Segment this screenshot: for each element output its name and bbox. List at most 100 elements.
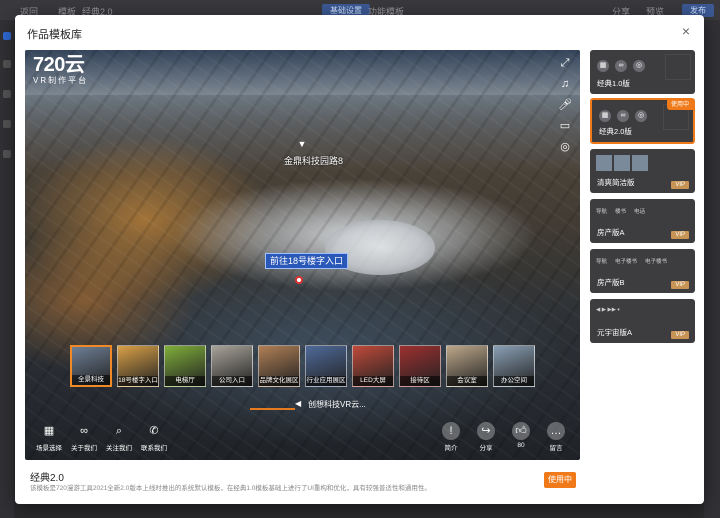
scene-thumbnail[interactable]: 接待区 bbox=[399, 345, 441, 387]
scene-thumbnail[interactable]: 会议室 bbox=[446, 345, 488, 387]
template-card-name: 房产版A bbox=[597, 228, 625, 237]
template-menu-item: 电话 bbox=[634, 209, 646, 215]
template-preview-icon: ◎ bbox=[635, 110, 647, 122]
share-button[interactable]: ↪ 分享 bbox=[471, 422, 501, 452]
hotspot-label[interactable]: 金鼎科技园路8 bbox=[284, 154, 343, 167]
bg-side-icon bbox=[3, 120, 11, 128]
comment-button[interactable]: … 留言 bbox=[541, 422, 571, 452]
grid-icon: ▦ bbox=[43, 425, 55, 437]
template-menu-item: 导航 bbox=[596, 209, 608, 215]
template-card[interactable]: ◀ ▶ ▶▶ 🔈︎ 元宇宙版A VIP bbox=[590, 299, 695, 343]
template-menu-item: 电子楼书 bbox=[615, 259, 638, 265]
button-label: 联系我们 bbox=[141, 445, 167, 452]
search-icon: ⌕ bbox=[115, 425, 123, 437]
template-ghost-frame bbox=[665, 54, 691, 80]
bg-side-icon bbox=[3, 60, 11, 68]
logo-main-text: 720云 bbox=[33, 54, 85, 76]
in-use-badge: 使用中 bbox=[666, 100, 693, 110]
scene-thumbnail-label: 18号楼字入口 bbox=[118, 376, 158, 386]
background-right-panel bbox=[704, 20, 720, 518]
scene-thumbnail-label: 品牌文化展区 bbox=[259, 376, 299, 386]
template-card[interactable]: 清爽简洁版 VIP bbox=[590, 149, 695, 193]
template-preview-icon: ◎ bbox=[633, 60, 645, 72]
link-button[interactable]: ∞ 关于我们 bbox=[69, 422, 99, 452]
template-card-name: 经典1.0版 bbox=[597, 79, 630, 88]
modal-title: 作品模板库 bbox=[27, 29, 82, 41]
bg-side-icon bbox=[3, 150, 11, 158]
share-icon: ↪ bbox=[477, 422, 495, 440]
brand-logo: 720云 VR制作平台 bbox=[33, 54, 88, 85]
template-card[interactable]: ▦ ∞ ◎ 使用中 经典2.0版 bbox=[590, 98, 695, 144]
template-card[interactable]: 导航 电子楼书 电子楼书 房产版B VIP bbox=[590, 249, 695, 293]
vip-badge: VIP bbox=[671, 181, 689, 189]
template-preview[interactable]: 720云 VR制作平台 ⤢ ♫ 🎤︎ ▭ ◎ ▼ 金鼎科技园路8 前往18号楼字… bbox=[25, 50, 580, 460]
phone-button[interactable]: ✆ 联系我们 bbox=[139, 422, 169, 452]
template-preview-icon: ∞ bbox=[615, 60, 627, 72]
template-preview-icon: ▦ bbox=[597, 60, 609, 72]
like-icon: 👍︎ bbox=[512, 422, 530, 440]
button-label: 场景选择 bbox=[36, 445, 62, 452]
speaker-icon: ◀ bbox=[295, 399, 302, 408]
template-thumb-strip bbox=[596, 155, 650, 171]
template-card-name: 清爽简洁版 bbox=[597, 178, 635, 187]
scene-thumbnail[interactable]: 全景科技 bbox=[70, 345, 112, 387]
location-pin-icon[interactable] bbox=[295, 276, 303, 284]
button-label: 简介 bbox=[444, 445, 458, 452]
voice-icon[interactable]: 🎤︎ bbox=[558, 98, 572, 112]
button-label: 关于我们 bbox=[71, 445, 97, 452]
template-player-row: ◀ ▶ ▶▶ 🔈︎ bbox=[596, 307, 621, 313]
music-icon[interactable]: ♫ bbox=[558, 77, 572, 91]
phone-icon: ✆ bbox=[149, 425, 159, 437]
link-icon: ∞ bbox=[80, 425, 88, 437]
scene-thumbnail[interactable]: 行业应用展区 bbox=[305, 345, 347, 387]
button-label: 关注我们 bbox=[106, 445, 132, 452]
strip-thumb bbox=[614, 155, 630, 171]
scene-thumbnail[interactable]: 品牌文化展区 bbox=[258, 345, 300, 387]
info-icon: ! bbox=[442, 422, 460, 440]
hotspot-pin-icon[interactable]: ▼ bbox=[297, 139, 307, 151]
scrolling-caption: 创想科技VR云... bbox=[308, 400, 366, 409]
in-use-button[interactable]: 使用中 bbox=[544, 472, 576, 488]
gyroscope-icon[interactable]: ◎ bbox=[558, 140, 572, 154]
scene-thumbnail[interactable]: LED大屏 bbox=[352, 345, 394, 387]
info-button[interactable]: ! 简介 bbox=[436, 422, 466, 452]
search-button[interactable]: ⌕ 关注我们 bbox=[104, 422, 134, 452]
template-menu-row: 导航 楼书 电话 bbox=[596, 207, 689, 215]
template-preview-icon: ▦ bbox=[599, 110, 611, 122]
template-card[interactable]: 导航 楼书 电话房产版A VIP bbox=[590, 199, 695, 243]
vr-glasses-icon[interactable]: ▭ bbox=[558, 119, 572, 133]
template-card-name: 经典2.0版 bbox=[599, 127, 632, 136]
progress-indicator bbox=[250, 408, 295, 410]
button-label: 分享 bbox=[479, 445, 493, 452]
template-library-modal: 作品模板库 × 720云 VR制作平台 ⤢ ♫ 🎤︎ ▭ ◎ ▼ 金鼎科技园路8… bbox=[15, 15, 704, 504]
scene-thumbnail[interactable]: 18号楼字入口 bbox=[117, 345, 159, 387]
scene-thumbnail-label: 办公空间 bbox=[494, 376, 534, 386]
scene-thumbnail[interactable]: 办公空间 bbox=[493, 345, 535, 387]
fullscreen-icon[interactable]: ⤢ bbox=[558, 56, 572, 70]
template-menu-row: 导航 电子楼书 电子楼书 bbox=[596, 257, 689, 265]
close-icon[interactable]: × bbox=[678, 23, 694, 39]
bg-side-icon bbox=[3, 32, 11, 40]
logo-sub-text: VR制作平台 bbox=[33, 76, 89, 85]
strip-thumb bbox=[632, 155, 648, 171]
scene-thumbnail[interactable]: 电梯厅 bbox=[164, 345, 206, 387]
template-card-name: 元宇宙版A bbox=[597, 328, 633, 337]
button-label: 留言 bbox=[549, 445, 563, 452]
scene-thumbnail-label: 全景科技 bbox=[72, 375, 110, 385]
like-button[interactable]: 👍︎ 80 bbox=[506, 422, 536, 449]
template-menu-item: 导航 bbox=[596, 259, 608, 265]
vip-badge: VIP bbox=[671, 281, 689, 289]
template-card-name: 房产版B bbox=[597, 278, 625, 287]
entry-hotspot-tag[interactable]: 前往18号楼字入口 bbox=[265, 253, 349, 269]
vip-badge: VIP bbox=[671, 231, 689, 239]
template-menu-item: 楼书 bbox=[615, 209, 627, 215]
grid-button[interactable]: ▦ 场景选择 bbox=[34, 422, 64, 452]
scene-thumbnail[interactable]: 公司入口 bbox=[211, 345, 253, 387]
template-info-description: 该模板是720漫游工具2021全新2.0版本上线时推出的系统默认模板，在经典1.… bbox=[30, 485, 431, 492]
right-toolbar: ⤢ ♫ 🎤︎ ▭ ◎ bbox=[558, 56, 572, 161]
scene-thumbnail-label: 会议室 bbox=[447, 376, 487, 386]
template-card[interactable]: ▦ ∞ ◎ 经典1.0版 bbox=[590, 50, 695, 94]
scene-thumbnail-label: 行业应用展区 bbox=[306, 376, 346, 386]
scene-thumbnail-label: 电梯厅 bbox=[165, 376, 205, 386]
background-sidebar bbox=[0, 20, 14, 518]
